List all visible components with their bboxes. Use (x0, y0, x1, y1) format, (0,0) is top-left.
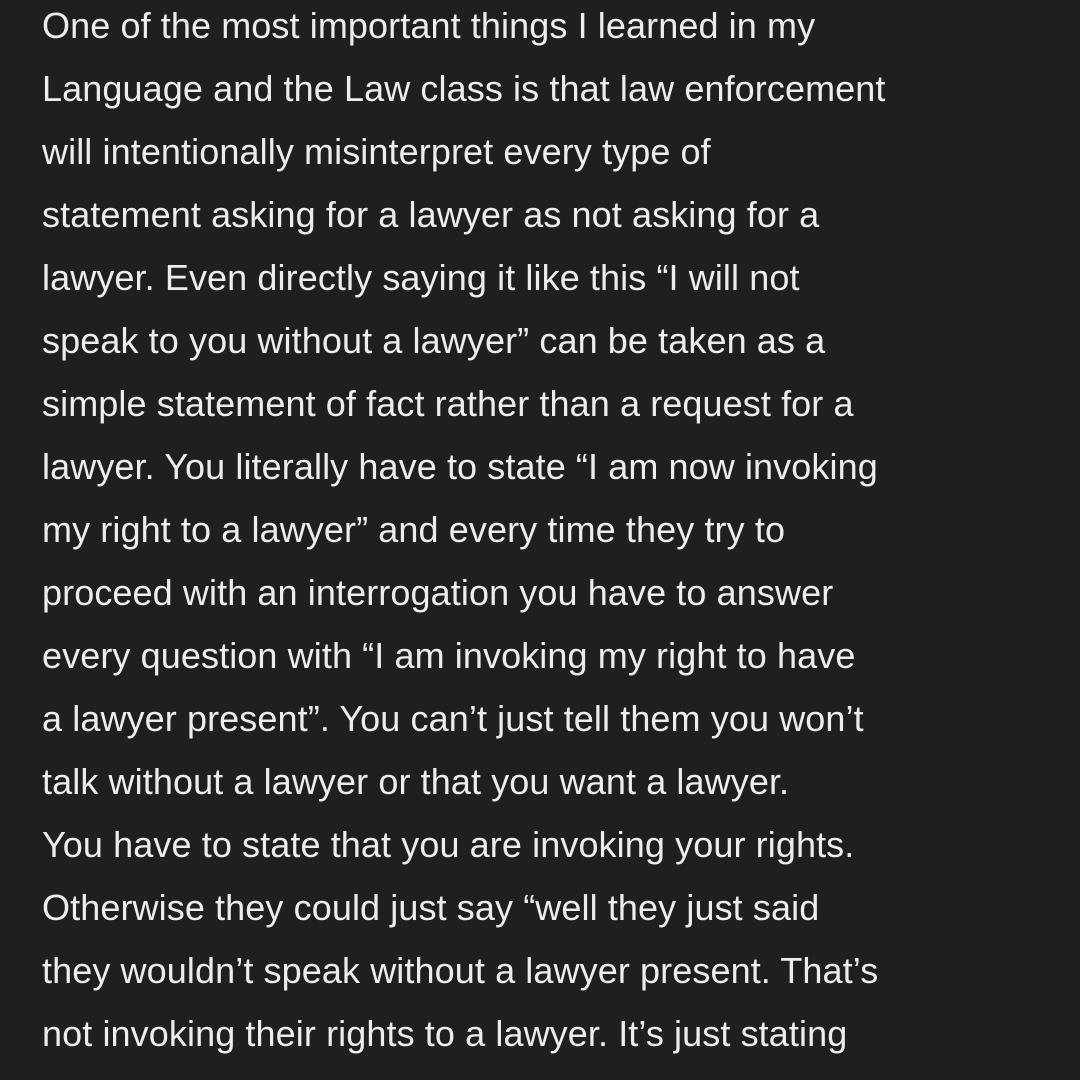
post-text-line: not invoking their rights to a lawyer. I… (42, 1013, 848, 1054)
post-text-line: speak to you without a lawyer” can be ta… (42, 320, 826, 361)
post-container: One of the most important things I learn… (0, 0, 1080, 1080)
post-text-line: will intentionally misinterpret every ty… (42, 131, 711, 172)
post-text-line: Otherwise they could just say “well they… (42, 887, 820, 928)
post-text-line: every question with “I am invoking my ri… (42, 635, 856, 676)
post-text-line: talk without a lawyer or that you want a… (42, 761, 790, 802)
post-body-text: One of the most important things I learn… (42, 0, 1062, 1065)
post-text-line: simple statement of fact rather than a r… (42, 383, 854, 424)
post-text-line: they wouldn’t speak without a lawyer pre… (42, 950, 879, 991)
post-text-line: my right to a lawyer” and every time the… (42, 509, 786, 550)
post-text-line: Language and the Law class is that law e… (42, 68, 886, 109)
post-text-line: You have to state that you are invoking … (42, 824, 855, 865)
post-text-line: lawyer. Even directly saying it like thi… (42, 257, 800, 298)
post-text-line: a lawyer present”. You can’t just tell t… (42, 698, 864, 739)
post-text-line: lawyer. You literally have to state “I a… (42, 446, 878, 487)
post-text-line: statement asking for a lawyer as not ask… (42, 194, 820, 235)
post-text-line: One of the most important things I learn… (42, 5, 816, 46)
post-text-line: proceed with an interrogation you have t… (42, 572, 834, 613)
